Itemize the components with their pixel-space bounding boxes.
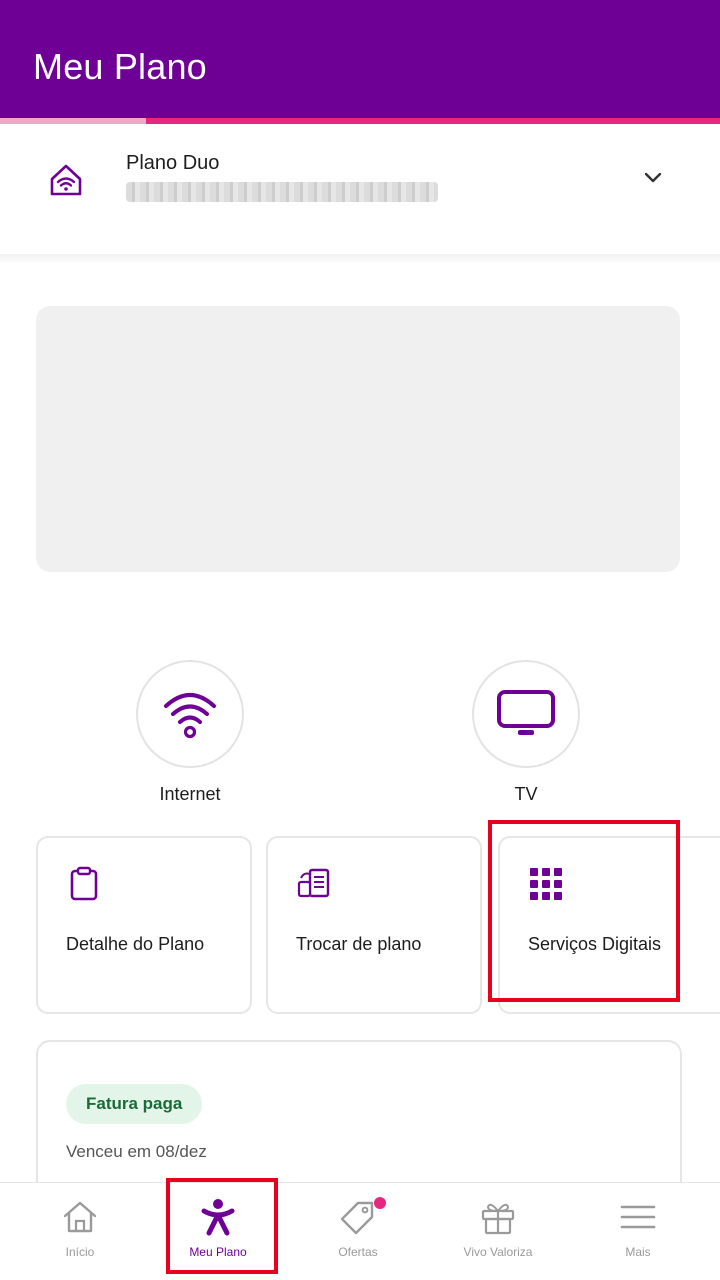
swap-document-icon: [297, 868, 330, 898]
nav-label-meu-plano: Meu Plano: [189, 1245, 247, 1259]
nav-item-inicio[interactable]: Início: [8, 1183, 152, 1280]
plan-detail-tile[interactable]: Detalhe do Plano: [36, 836, 252, 1014]
nav-label-vivo-valoriza: Vivo Valoriza: [463, 1245, 533, 1259]
clipboard-icon: [70, 866, 98, 901]
wifi-icon: [164, 693, 216, 739]
tv-icon: [497, 690, 555, 735]
wifi-home-icon: [50, 164, 82, 196]
invoice-due-date: Venceu em 08/dez: [66, 1142, 207, 1161]
page-title: Meu Plano: [33, 46, 207, 87]
app-header: Meu Plano: [0, 0, 720, 118]
nav-item-meu-plano[interactable]: Meu Plano: [146, 1183, 290, 1280]
tag-icon: [340, 1201, 374, 1235]
tv-label: TV: [514, 784, 538, 804]
nav-item-ofertas[interactable]: Ofertas: [286, 1183, 430, 1280]
redacted-usage-card: [36, 306, 680, 572]
gift-icon: [481, 1203, 515, 1235]
change-plan-label: Trocar de plano: [296, 934, 422, 954]
nav-item-mais[interactable]: Mais: [566, 1183, 710, 1280]
nav-item-vivo-valoriza[interactable]: Vivo Valoriza: [426, 1183, 570, 1280]
invoice-status-badge: Fatura paga: [66, 1084, 203, 1124]
bottom-navigation: Início Meu Plano Ofertas Vivo Valoriza M…: [0, 1182, 720, 1280]
plan-name: Plano Duo: [126, 152, 220, 174]
chevron-down-icon[interactable]: [640, 164, 666, 190]
plan-address-redacted: [126, 182, 438, 202]
nav-label-inicio: Início: [65, 1245, 95, 1259]
section-divider: [0, 254, 720, 262]
nav-label-ofertas: Ofertas: [338, 1245, 378, 1259]
internet-button[interactable]: [136, 660, 244, 768]
tv-button[interactable]: [472, 660, 580, 768]
vivo-person-icon: [201, 1199, 235, 1236]
plan-detail-label: Detalhe do Plano: [66, 934, 205, 954]
digital-services-tile[interactable]: Serviços Digitais: [498, 836, 720, 1014]
grid-icon: [530, 868, 562, 900]
plan-selector[interactable]: Plano Duo: [0, 124, 720, 254]
home-icon: [63, 1201, 97, 1233]
digital-services-label: Serviços Digitais: [528, 934, 662, 954]
menu-icon: [620, 1205, 656, 1229]
internet-label: Internet: [159, 784, 221, 804]
change-plan-tile[interactable]: Trocar de plano: [266, 836, 482, 1014]
nav-label-mais: Mais: [625, 1245, 651, 1259]
offers-badge-dot: [374, 1197, 386, 1209]
